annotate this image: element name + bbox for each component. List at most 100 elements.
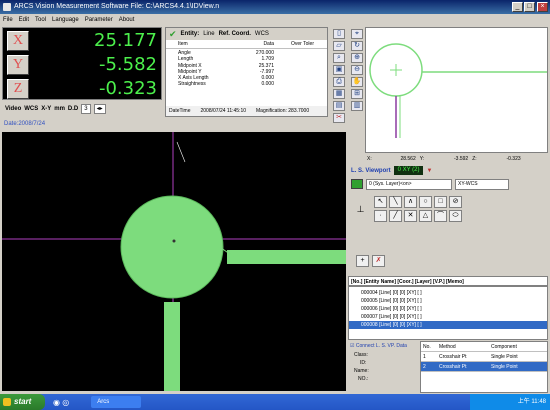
decimals-select[interactable]: 3 — [81, 104, 91, 114]
datetime-label: DateTime — [169, 108, 191, 114]
entity-panel: ✔ Entity: Line Ref. Coord. WCS Item Data… — [165, 27, 328, 117]
method-name: Crosshair Pt — [439, 364, 467, 370]
entity-table: Angle 270.000 Length 1.709 Midpoint X 25.37… — [166, 50, 327, 88]
method-component: Single Point — [491, 364, 518, 370]
tools-icon[interactable]: ✂ — [333, 113, 345, 123]
method-name: Crosshair Pt — [439, 354, 467, 360]
clock: 上午 11:48 — [517, 399, 546, 405]
triangle-icon[interactable]: △ — [419, 210, 432, 222]
camera-image — [2, 132, 346, 391]
new-file-icon[interactable]: ▯ — [333, 29, 345, 39]
polyline-icon[interactable]: ∧ — [404, 196, 417, 208]
zoom-icon[interactable]: ⌕ — [333, 53, 345, 63]
datetime-value: 2008/07/24 11:45:10 — [200, 108, 247, 114]
part-disc — [120, 195, 224, 299]
zoom-out-icon[interactable]: ⊖ — [351, 65, 363, 75]
maximize-button[interactable]: □ — [524, 2, 535, 12]
entity-table-header: Item Data Over Toler — [166, 41, 327, 49]
ref-wcs: WCS — [254, 31, 269, 37]
cad-preview[interactable] — [365, 27, 548, 153]
method-row[interactable]: 1 Crosshair Pt Single Point — [421, 352, 547, 362]
save-icon[interactable]: ▣ — [333, 65, 345, 75]
cross-icon[interactable]: ✕ — [404, 210, 417, 222]
menu-parameter[interactable]: Parameter — [85, 14, 113, 26]
method-row-selected[interactable]: 2 Crosshair Pt Single Point — [421, 362, 547, 372]
windows-logo-icon — [3, 398, 11, 406]
list-item-selected[interactable]: 000008 [Line] [0] [0] [XY] [ ] — [349, 321, 547, 329]
layer-icon[interactable]: ▥ — [351, 101, 363, 111]
taskbar-item-arcs[interactable]: Arcs — [91, 396, 142, 408]
dropdown-arrow-icon[interactable]: ▼ — [426, 168, 432, 174]
list-item[interactable]: 000005 [Line] [0] [0] [XY] [ ] — [349, 297, 547, 305]
ref-coord-tab[interactable]: Ref. Coord. — [219, 31, 251, 37]
start-button[interactable]: start — [0, 394, 45, 410]
class-label: Class: — [354, 352, 368, 358]
fit-icon[interactable]: ⊞ — [351, 89, 363, 99]
arrow-icon[interactable]: ↖ — [374, 196, 387, 208]
col-over: Over Toler — [291, 41, 314, 47]
entity-header: ✔ Entity: Line Ref. Coord. WCS — [166, 28, 327, 40]
quicklaunch-icon[interactable]: ◉ ◎ — [53, 398, 69, 407]
arc-icon[interactable]: ⌒ — [434, 210, 447, 222]
menu-edit[interactable]: Edit — [19, 14, 29, 26]
object-info: ☑ Connect L. S. VP. Data Class: ID: Name… — [348, 341, 420, 393]
y-value: -5.582 — [98, 54, 157, 75]
menu-file[interactable]: File — [3, 14, 13, 26]
layer-color-icon[interactable] — [351, 179, 363, 189]
check-icon: ✔ — [169, 28, 177, 39]
add-point-icon[interactable]: + — [356, 255, 369, 267]
menu-about[interactable]: About — [119, 14, 135, 26]
layer-bar: 0 (Sys. Layer)<on> XY-WCS — [348, 177, 548, 191]
col-component: Component — [491, 344, 517, 350]
entity-type: Line — [203, 31, 215, 37]
rotate-icon[interactable]: ↻ — [351, 41, 363, 51]
plane-button[interactable]: X-Y — [41, 106, 51, 112]
viewport-bar: L. S. Viewport 0 XY (2) ▼ — [348, 165, 548, 176]
coord-x-label: X: — [367, 156, 372, 162]
entity-list-header: [No.] [Entity Name] [Coor.] [Layer] [V.P… — [348, 276, 548, 286]
wcs-button[interactable]: WCS — [24, 106, 38, 112]
spin-icon[interactable]: ◂▸ — [93, 104, 106, 114]
grid-icon[interactable]: ▦ — [333, 89, 345, 99]
report-icon[interactable]: ▤ — [333, 101, 345, 111]
coord-select[interactable]: XY-WCS — [455, 178, 509, 190]
z-axis-button[interactable]: Z — [7, 79, 29, 99]
coord-y: -3.592 — [454, 156, 469, 162]
dd-button[interactable]: D.D — [68, 106, 78, 112]
slot-icon[interactable]: ⊘ — [449, 196, 462, 208]
delete-icon[interactable]: ✗ — [372, 255, 385, 267]
close-button[interactable]: × — [537, 2, 548, 12]
minimize-button[interactable]: _ — [512, 2, 523, 12]
video-button[interactable]: Video — [5, 106, 21, 112]
entity-tab[interactable]: Entity: — [181, 31, 200, 37]
ellipse-icon[interactable]: ⬭ — [449, 210, 462, 222]
line-pt-icon[interactable]: ╱ — [389, 210, 402, 222]
menu-language[interactable]: Language — [52, 14, 79, 26]
open-icon[interactable]: ▱ — [333, 41, 345, 51]
list-item[interactable]: 000007 [Line] [0] [0] [XY] [ ] — [349, 313, 547, 321]
dro-y-row: Y -5.582 — [3, 53, 163, 77]
col-data: Data — [263, 41, 274, 47]
list-item[interactable]: 000004 [Line] [0] [0] [XY] [ ] — [349, 289, 547, 297]
target-icon[interactable]: ⌖ — [351, 29, 363, 39]
magnify-icon[interactable]: ⊕ — [351, 53, 363, 63]
circle-icon[interactable]: ○ — [419, 196, 432, 208]
viewport-value[interactable]: 0 XY (2) — [393, 166, 424, 175]
menu-tool[interactable]: Tool — [35, 14, 46, 26]
unit-button[interactable]: mm — [54, 106, 65, 112]
camera-view[interactable] — [2, 132, 346, 391]
dro-toolbar: Video WCS X-Y mm D.D 3 ◂▸ — [2, 101, 162, 117]
line-icon[interactable]: ╲ — [389, 196, 402, 208]
z-value: -0.323 — [98, 78, 157, 99]
col-no: No. — [423, 344, 431, 350]
layer-select[interactable]: 0 (Sys. Layer)<on> — [366, 178, 452, 190]
print-icon[interactable]: ⎙ — [333, 77, 345, 87]
y-axis-button[interactable]: Y — [7, 55, 29, 75]
connect-checkbox[interactable]: ☑ Connect L. S. VP. Data — [348, 341, 420, 351]
hand-icon[interactable]: ✋ — [351, 77, 363, 87]
x-axis-button[interactable]: X — [7, 31, 29, 51]
point-icon[interactable]: · — [374, 210, 387, 222]
crosshair-icon[interactable]: ⊥ — [354, 204, 367, 226]
list-item[interactable]: 000006 [Line] [0] [0] [XY] [ ] — [349, 305, 547, 313]
rect-icon[interactable]: □ — [434, 196, 447, 208]
